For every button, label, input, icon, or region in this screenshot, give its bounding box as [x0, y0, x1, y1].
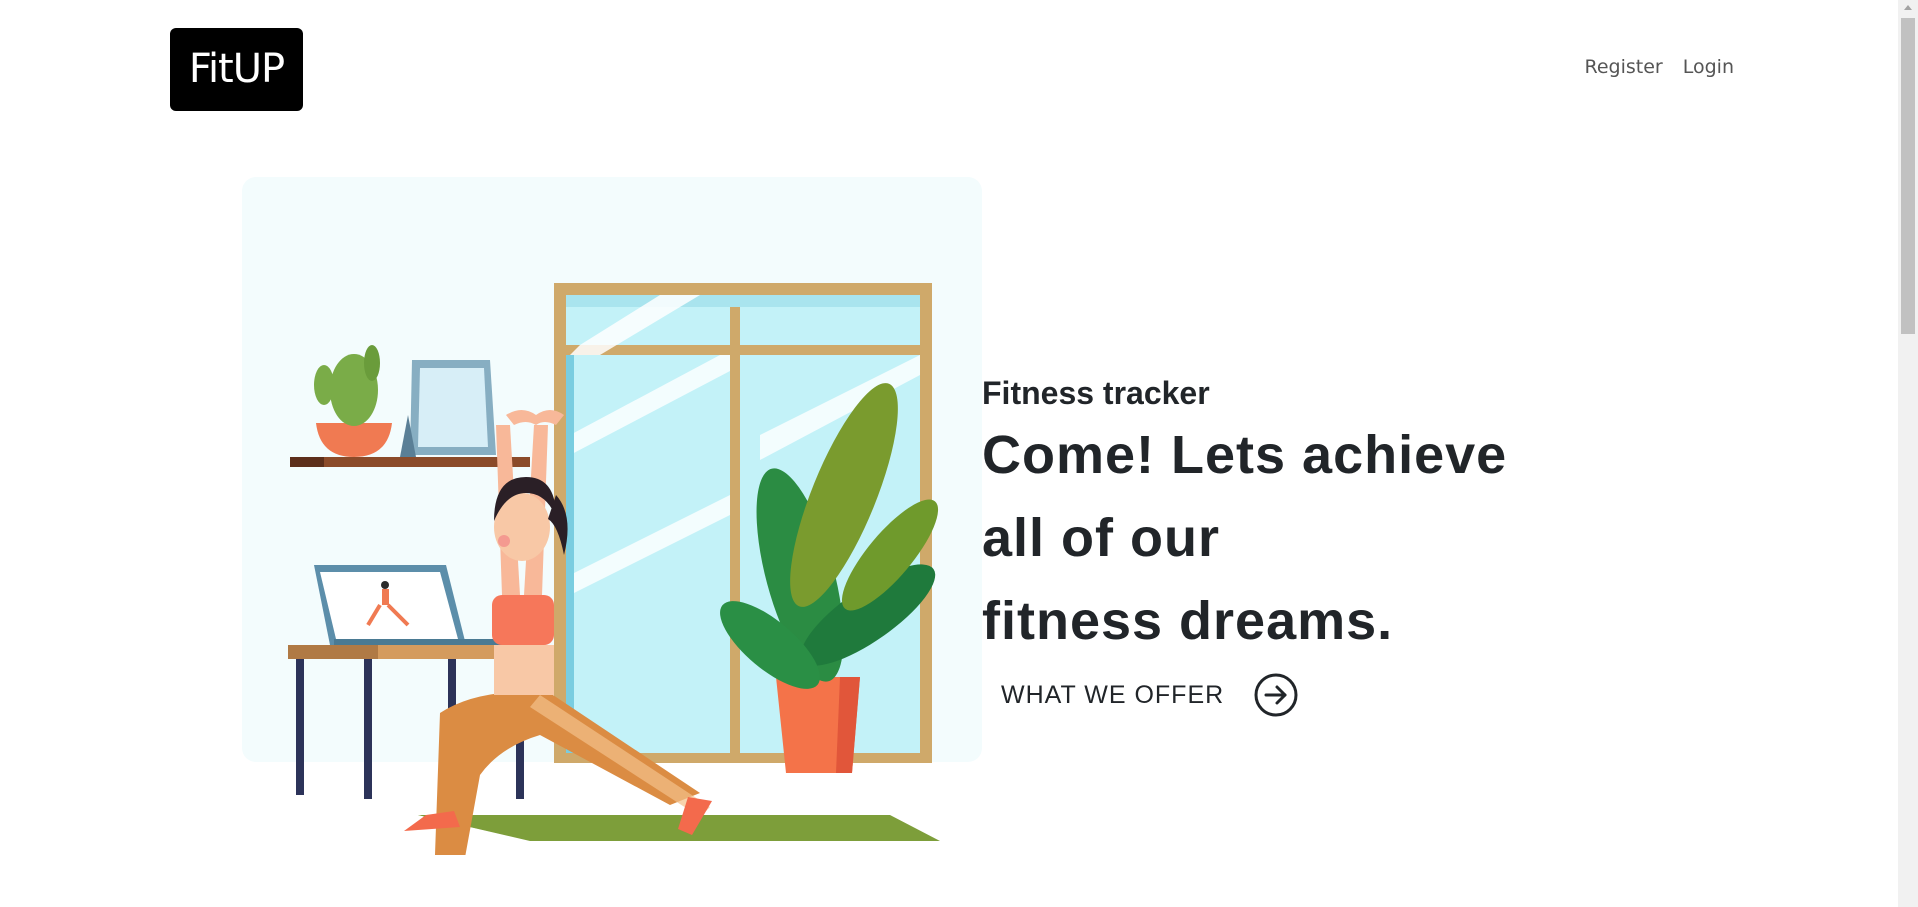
- cta-label: WHAT WE OFFER: [1001, 680, 1225, 709]
- what-we-offer-button[interactable]: WHAT WE OFFER: [1001, 673, 1298, 717]
- scrollbar[interactable]: [1898, 0, 1918, 907]
- headline-line-2: all of our: [982, 508, 1220, 568]
- login-link[interactable]: Login: [1683, 56, 1734, 78]
- scrollbar-thumb[interactable]: [1901, 18, 1915, 334]
- hero-text: Fitness tracker Come! Lets achieve all o…: [982, 372, 1602, 663]
- arrow-right-circle-icon: [1254, 673, 1298, 717]
- headline-line-3: fitness dreams.: [982, 591, 1394, 651]
- nav-links: Register Login: [1585, 56, 1735, 78]
- hero-headline: Come! Lets achieve all of our fitness dr…: [982, 414, 1602, 663]
- window: [554, 283, 932, 763]
- scroll-up-arrow-icon[interactable]: [1898, 0, 1918, 16]
- logo[interactable]: FitUP: [170, 28, 303, 111]
- page: FitUP Register Login Fitness tracker Com…: [0, 0, 1918, 907]
- hero-eyebrow: Fitness tracker: [982, 375, 1210, 411]
- navbar: FitUP Register Login: [0, 0, 1898, 140]
- headline-line-1: Come! Lets achieve: [982, 425, 1508, 485]
- register-link[interactable]: Register: [1585, 56, 1663, 78]
- woman-stretching-illustration: [242, 177, 982, 855]
